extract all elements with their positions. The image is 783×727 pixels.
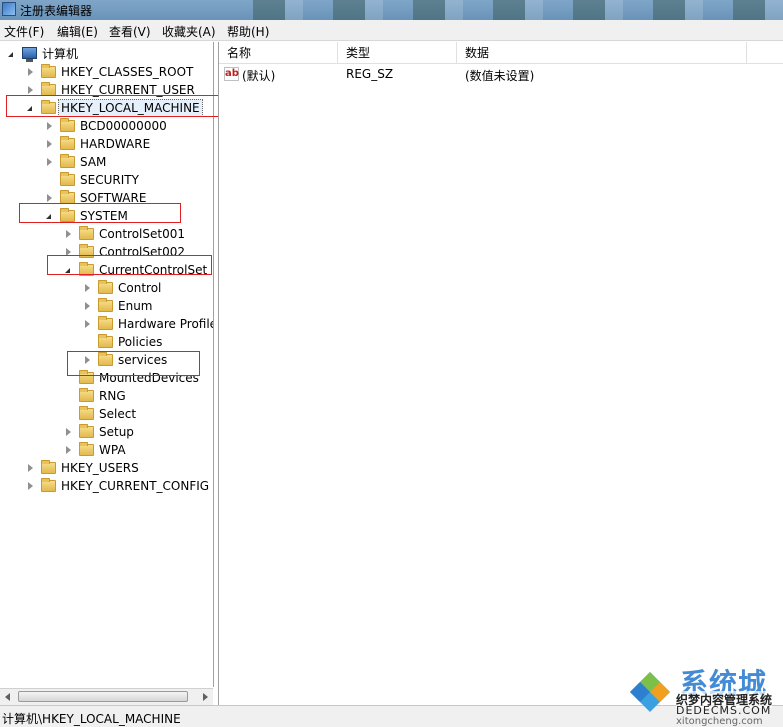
tree-node-label[interactable]: RNG: [99, 387, 126, 405]
tree-node[interactable]: 计算机: [0, 45, 213, 63]
value-name[interactable]: (默认): [242, 67, 275, 84]
column-header-name[interactable]: 名称: [219, 42, 338, 64]
column-header-type[interactable]: 类型: [338, 42, 457, 64]
tree-node[interactable]: Enum: [0, 297, 213, 315]
tree-node-label[interactable]: SECURITY: [80, 171, 139, 189]
menu-edit[interactable]: 编辑(E): [57, 23, 98, 40]
tree-node[interactable]: ControlSet001: [0, 225, 213, 243]
title-bar: 注册表编辑器: [0, 0, 783, 20]
tree-horizontal-scrollbar[interactable]: [0, 688, 213, 705]
folder-icon: [60, 118, 75, 132]
menu-favorites[interactable]: 收藏夹(A): [162, 23, 216, 40]
collapsed-arrow-icon[interactable]: [85, 302, 90, 310]
scroll-thumb[interactable]: [18, 691, 188, 702]
tree-node-label[interactable]: Select: [99, 405, 136, 423]
window-title: 注册表编辑器: [20, 4, 93, 18]
highlight-box-currentcontrolset: [47, 255, 212, 275]
tree-node-label[interactable]: SAM: [80, 153, 106, 171]
computer-icon: [22, 47, 37, 62]
values-list[interactable]: 名称 类型 数据 ab (默认) REG_SZ (数值未设置): [218, 42, 783, 705]
tree-node[interactable]: Select: [0, 405, 213, 423]
tree-node-label[interactable]: HKEY_USERS: [61, 459, 139, 477]
collapsed-arrow-icon[interactable]: [28, 68, 33, 76]
collapsed-arrow-icon[interactable]: [66, 428, 71, 436]
watermark-logo-icon: [630, 672, 670, 712]
tree-node-label[interactable]: Hardware Profiles: [118, 315, 213, 333]
value-type: REG_SZ: [346, 67, 394, 81]
tree-node[interactable]: Setup: [0, 423, 213, 441]
collapsed-arrow-icon[interactable]: [66, 446, 71, 454]
tree-node-label[interactable]: Enum: [118, 297, 152, 315]
collapsed-arrow-icon[interactable]: [47, 158, 52, 166]
folder-icon: [41, 478, 56, 492]
folder-icon: [98, 280, 113, 294]
folder-icon: [79, 226, 94, 240]
title-bar-background: [223, 0, 783, 20]
column-header-data[interactable]: 数据: [457, 42, 747, 64]
collapsed-arrow-icon[interactable]: [85, 284, 90, 292]
tree-node[interactable]: Policies: [0, 333, 213, 351]
collapsed-arrow-icon[interactable]: [85, 320, 90, 328]
expanded-arrow-icon[interactable]: [8, 52, 13, 57]
tree-node[interactable]: HKEY_USERS: [0, 459, 213, 477]
highlight-box-system: [19, 203, 181, 223]
folder-icon: [79, 388, 94, 402]
tree-node-label[interactable]: ControlSet001: [99, 225, 185, 243]
tree-node-label[interactable]: Control: [118, 279, 161, 297]
folder-icon: [60, 172, 75, 186]
status-path: 计算机\HKEY_LOCAL_MACHINE: [2, 712, 181, 726]
folder-icon: [60, 154, 75, 168]
tree-node[interactable]: WPA: [0, 441, 213, 459]
column-header-filler: [747, 42, 783, 64]
highlight-box-hklm: [6, 95, 220, 117]
collapsed-arrow-icon[interactable]: [47, 194, 52, 202]
folder-icon: [60, 136, 75, 150]
folder-icon: [79, 442, 94, 456]
tree-node[interactable]: Hardware Profiles: [0, 315, 213, 333]
tree-node[interactable]: SAM: [0, 153, 213, 171]
folder-icon: [41, 460, 56, 474]
tree-node-label[interactable]: Setup: [99, 423, 134, 441]
watermark-line3: xitongcheng.com: [676, 716, 763, 727]
tree-node-label[interactable]: HKEY_CURRENT_CONFIG: [61, 477, 209, 495]
tree-node[interactable]: Control: [0, 279, 213, 297]
menu-help[interactable]: 帮助(H): [227, 23, 269, 40]
tree-node[interactable]: SECURITY: [0, 171, 213, 189]
tree-node[interactable]: HKEY_CLASSES_ROOT: [0, 63, 213, 81]
collapsed-arrow-icon[interactable]: [28, 464, 33, 472]
highlight-box-services: [67, 351, 200, 376]
tree-node[interactable]: HKEY_CURRENT_CONFIG: [0, 477, 213, 495]
tree-node[interactable]: RNG: [0, 387, 213, 405]
tree-node-label[interactable]: HARDWARE: [80, 135, 150, 153]
folder-icon: [79, 424, 94, 438]
collapsed-arrow-icon[interactable]: [47, 140, 52, 148]
folder-icon: [41, 64, 56, 78]
regedit-app-icon: [2, 2, 16, 16]
collapsed-arrow-icon[interactable]: [47, 122, 52, 130]
scroll-right-arrow-icon[interactable]: [203, 693, 208, 701]
tree-node-label[interactable]: BCD00000000: [80, 117, 167, 135]
menu-bar: 文件(F) 编辑(E) 查看(V) 收藏夹(A) 帮助(H): [0, 20, 783, 41]
collapsed-arrow-icon[interactable]: [28, 86, 33, 94]
folder-icon: [98, 298, 113, 312]
collapsed-arrow-icon[interactable]: [66, 230, 71, 238]
scroll-left-arrow-icon[interactable]: [5, 693, 10, 701]
string-value-icon: ab: [224, 67, 239, 81]
folder-icon: [79, 406, 94, 420]
collapsed-arrow-icon[interactable]: [28, 482, 33, 490]
tree-node-label[interactable]: HKEY_CLASSES_ROOT: [61, 63, 193, 81]
tree-node[interactable]: BCD00000000: [0, 117, 213, 135]
tree-node-label[interactable]: 计算机: [42, 45, 78, 63]
tree-node-label[interactable]: WPA: [99, 441, 126, 459]
menu-file[interactable]: 文件(F): [4, 23, 44, 40]
value-data: (数值未设置): [465, 69, 535, 83]
tree-node-label[interactable]: Policies: [118, 333, 162, 351]
tree-node[interactable]: HARDWARE: [0, 135, 213, 153]
menu-view[interactable]: 查看(V): [109, 23, 151, 40]
folder-icon: [98, 316, 113, 330]
folder-icon: [98, 334, 113, 348]
